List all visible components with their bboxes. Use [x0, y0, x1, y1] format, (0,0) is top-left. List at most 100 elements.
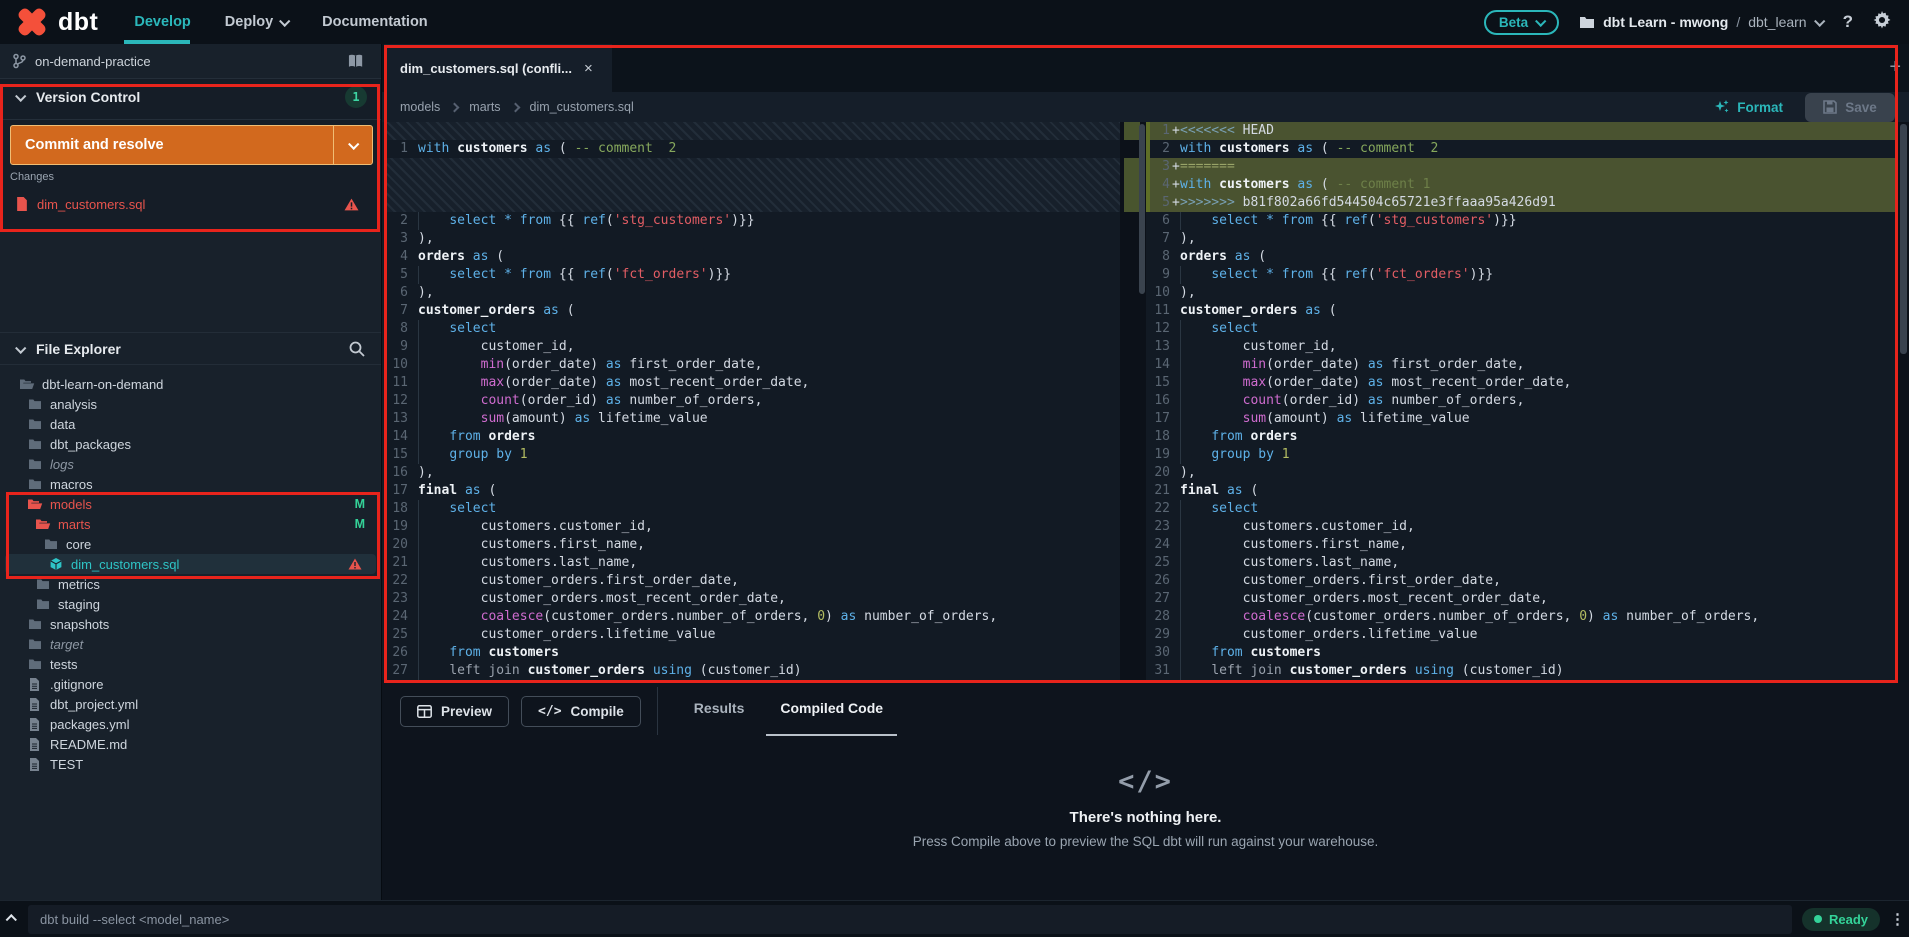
- nav-documentation[interactable]: Documentation: [322, 14, 428, 30]
- code-line[interactable]: 28 coalesce(customer_orders.number_of_or…: [1146, 608, 1898, 626]
- code-line[interactable]: 5 + >>>>>>> b81f802a66fd544504c65721e3ffaa…: [1146, 194, 1898, 212]
- code-line[interactable]: 20),: [1146, 464, 1898, 482]
- changed-file-row[interactable]: dim_customers.sql: [6, 191, 375, 217]
- code-pane-current[interactable]: 1 with customers as ( -- comment 2 2 selec…: [384, 122, 1120, 680]
- code-line[interactable]: 19 group by 1: [1146, 446, 1898, 464]
- code-line[interactable]: 15 max(order_date) as most_recent_order_…: [1146, 374, 1898, 392]
- code-line[interactable]: 6),: [384, 284, 1120, 302]
- tree-item[interactable]: metrics: [0, 574, 381, 594]
- code-line[interactable]: 18 from orders: [1146, 428, 1898, 446]
- tree-item[interactable]: packages.yml: [0, 714, 381, 734]
- code-line[interactable]: 22 customer_orders.first_order_date,: [384, 572, 1120, 590]
- code-line[interactable]: 19 customers.customer_id,: [384, 518, 1120, 536]
- tab-results[interactable]: Results: [676, 682, 763, 740]
- code-pane-incoming[interactable]: 1 + <<<<<<< HEAD 2 with customers as ( -- co…: [1146, 122, 1898, 680]
- branch-row[interactable]: on-demand-practice: [0, 44, 381, 79]
- code-line[interactable]: 10),: [1146, 284, 1898, 302]
- nav-develop[interactable]: Develop: [134, 14, 190, 30]
- code-line[interactable]: 8 select: [384, 320, 1120, 338]
- code-line[interactable]: 7),: [1146, 230, 1898, 248]
- tree-item[interactable]: target: [0, 634, 381, 654]
- code-line[interactable]: 9 select * from {{ ref('fct_orders')}}: [1146, 266, 1898, 284]
- code-line[interactable]: 14 min(order_date) as first_order_date,: [1146, 356, 1898, 374]
- code-line[interactable]: 15 group by 1: [384, 446, 1120, 464]
- tab-close-icon[interactable]: ×: [584, 60, 593, 77]
- diff-editor[interactable]: 1 with customers as ( -- comment 2 2 selec…: [382, 122, 1909, 680]
- code-line[interactable]: 10 min(order_date) as first_order_date,: [384, 356, 1120, 374]
- code-line[interactable]: 3 + =======: [1146, 158, 1898, 176]
- breadcrumb-models[interactable]: models: [400, 100, 440, 114]
- tree-item[interactable]: dbt-learn-on-demand: [0, 374, 381, 394]
- code-line[interactable]: 27 customer_orders.most_recent_order_dat…: [1146, 590, 1898, 608]
- code-line[interactable]: 23 customer_orders.most_recent_order_dat…: [384, 590, 1120, 608]
- scrollbar-thumb[interactable]: [1139, 124, 1145, 294]
- code-line[interactable]: 24 customers.first_name,: [1146, 536, 1898, 554]
- tree-item[interactable]: staging: [0, 594, 381, 614]
- kebab-menu-icon[interactable]: ⋮: [1890, 910, 1905, 928]
- editor-scrollbar[interactable]: [1898, 122, 1909, 680]
- tab-compiled-code[interactable]: Compiled Code: [762, 682, 901, 740]
- code-line[interactable]: 17 sum(amount) as lifetime_value: [1146, 410, 1898, 428]
- help-icon[interactable]: ?: [1843, 12, 1853, 32]
- code-line[interactable]: 27 left join customer_orders using (cust…: [384, 662, 1120, 680]
- compile-button[interactable]: </> Compile: [521, 695, 641, 727]
- code-line[interactable]: 6 select * from {{ ref('stg_customers')}…: [1146, 212, 1898, 230]
- code-line[interactable]: 8 orders as (: [1146, 248, 1898, 266]
- code-line[interactable]: 22 select: [1146, 500, 1898, 518]
- code-line[interactable]: 30 from customers: [1146, 644, 1898, 662]
- code-line[interactable]: 3),: [384, 230, 1120, 248]
- code-line[interactable]: 24 coalesce(customer_orders.number_of_or…: [384, 608, 1120, 626]
- tree-item[interactable]: README.md: [0, 734, 381, 754]
- scrollbar-thumb[interactable]: [1900, 124, 1907, 354]
- code-line[interactable]: 20 customers.first_name,: [384, 536, 1120, 554]
- version-control-header[interactable]: Version Control 1: [0, 79, 381, 115]
- code-line[interactable]: 17 final as (: [384, 482, 1120, 500]
- code-line[interactable]: 18 select: [384, 500, 1120, 518]
- project-selector[interactable]: dbt Learn - mwong / dbt_learn: [1579, 14, 1825, 30]
- code-line[interactable]: 25 customer_orders.lifetime_value: [384, 626, 1120, 644]
- tree-item[interactable]: TEST: [0, 754, 381, 774]
- code-line[interactable]: 26 customer_orders.first_order_date,: [1146, 572, 1898, 590]
- tree-item[interactable]: analysis: [0, 394, 381, 414]
- file-explorer-header[interactable]: File Explorer: [0, 332, 381, 365]
- code-line[interactable]: 12 select: [1146, 320, 1898, 338]
- tree-item[interactable]: macros: [0, 474, 381, 494]
- code-line[interactable]: 16),: [384, 464, 1120, 482]
- preview-button[interactable]: Preview: [400, 695, 510, 727]
- code-line[interactable]: 16 count(order_id) as number_of_orders,: [1146, 392, 1898, 410]
- commit-and-resolve-button[interactable]: Commit and resolve: [10, 125, 373, 165]
- code-line[interactable]: 11 customer_orders as (: [1146, 302, 1898, 320]
- tree-item[interactable]: .gitignore: [0, 674, 381, 694]
- code-line[interactable]: 9 customer_id,: [384, 338, 1120, 356]
- tree-item[interactable]: tests: [0, 654, 381, 674]
- code-line[interactable]: 2 select * from {{ ref('stg_customers')}…: [384, 212, 1120, 230]
- tree-item[interactable]: logs: [0, 454, 381, 474]
- editor-tab[interactable]: dim_customers.sql (confli... ×: [384, 44, 612, 92]
- code-line[interactable]: 7 customer_orders as (: [384, 302, 1120, 320]
- code-line[interactable]: 21 final as (: [1146, 482, 1898, 500]
- save-button[interactable]: Save: [1805, 92, 1895, 122]
- tree-item[interactable]: dim_customers.sql: [5, 554, 376, 574]
- code-line[interactable]: 13 sum(amount) as lifetime_value: [384, 410, 1120, 428]
- code-line[interactable]: 4 orders as (: [384, 248, 1120, 266]
- tree-item[interactable]: core: [0, 534, 381, 554]
- code-line[interactable]: 1 with customers as ( -- comment 2: [384, 140, 1120, 158]
- code-line[interactable]: 5 select * from {{ ref('fct_orders')}}: [384, 266, 1120, 284]
- command-input[interactable]: [28, 904, 1792, 934]
- code-line[interactable]: 29 customer_orders.lifetime_value: [1146, 626, 1898, 644]
- new-tab-icon[interactable]: +: [1889, 56, 1901, 79]
- code-line[interactable]: 1 + <<<<<<< HEAD: [1146, 122, 1898, 140]
- code-line[interactable]: 4 + with customers as ( -- comment 1: [1146, 176, 1898, 194]
- overview-ruler[interactable]: [1120, 122, 1146, 680]
- tree-item[interactable]: models M: [0, 494, 381, 514]
- docs-book-icon[interactable]: [348, 54, 365, 69]
- commit-options-caret[interactable]: [333, 126, 372, 164]
- breadcrumb-file[interactable]: dim_customers.sql: [530, 100, 634, 114]
- code-line[interactable]: 25 customers.last_name,: [1146, 554, 1898, 572]
- code-line[interactable]: 2 with customers as ( -- comment 2: [1146, 140, 1898, 158]
- chevron-up-icon[interactable]: [5, 910, 17, 928]
- code-line[interactable]: 11 max(order_date) as most_recent_order_…: [384, 374, 1120, 392]
- tree-item[interactable]: snapshots: [0, 614, 381, 634]
- code-line[interactable]: 14 from orders: [384, 428, 1120, 446]
- tree-item[interactable]: dbt_packages: [0, 434, 381, 454]
